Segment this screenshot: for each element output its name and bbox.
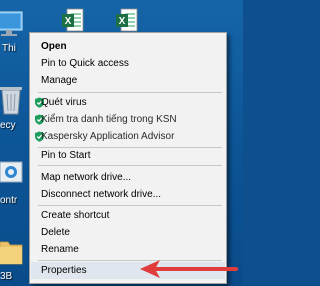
menu-item-label: Kiểm tra danh tiếng trong KSN [41, 114, 177, 125]
menu-item-kaspersky-advisor[interactable]: Kaspersky Application Advisor [31, 128, 225, 145]
menu-item-pin-to-start[interactable]: Pin to Start [31, 147, 225, 164]
this-pc-icon[interactable] [0, 10, 26, 40]
menu-item-open[interactable]: Open [31, 38, 225, 55]
menu-item-scan-virus[interactable]: Quét virus [31, 94, 225, 111]
menu-item-pin-quick-access[interactable]: Pin to Quick access [31, 55, 225, 72]
menu-item-label: Quét virus [41, 97, 87, 108]
excel-file-icon[interactable]: X [116, 8, 138, 34]
recycle-bin-icon[interactable] [0, 84, 24, 116]
recycle-bin-label: ecy [0, 120, 16, 131]
menu-item-create-shortcut[interactable]: Create shortcut [31, 207, 225, 224]
menu-item-label: Kaspersky Application Advisor [41, 131, 175, 142]
menu-item-label: Pin to Start [41, 150, 91, 161]
control-panel-label: ontr [0, 195, 18, 206]
excel-file-icon[interactable]: X [62, 8, 84, 34]
svg-text:X: X [65, 16, 72, 27]
menu-item-label: Rename [41, 244, 79, 255]
folder-label: 3B [0, 271, 13, 282]
menu-item-label: Map network drive... [41, 172, 132, 183]
menu-item-disconnect-network-drive[interactable]: Disconnect network drive... [31, 186, 225, 203]
menu-item-label: Disconnect network drive... [41, 189, 162, 200]
menu-item-label: Manage [41, 75, 78, 86]
menu-item-delete[interactable]: Delete [31, 224, 225, 241]
menu-separator [38, 92, 222, 93]
menu-item-label: Create shortcut [41, 210, 110, 221]
this-pc-label: Thi [2, 43, 16, 54]
menu-item-label: Open [41, 41, 67, 52]
menu-item-label: Delete [41, 227, 70, 238]
menu-item-rename[interactable]: Rename [31, 241, 225, 258]
menu-item-manage[interactable]: Manage [31, 72, 225, 89]
folder-icon[interactable] [0, 236, 24, 266]
menu-item-ksn-reputation[interactable]: Kiểm tra danh tiếng trong KSN [31, 111, 225, 128]
menu-item-label: Properties [41, 265, 87, 276]
context-menu: Open Pin to Quick access Manage Quét vir… [29, 32, 227, 284]
menu-separator [38, 165, 222, 166]
menu-separator [38, 205, 222, 206]
annotation-arrow-icon [140, 260, 238, 278]
menu-item-map-network-drive[interactable]: Map network drive... [31, 169, 225, 186]
menu-item-label: Pin to Quick access [41, 58, 129, 69]
svg-text:X: X [119, 16, 126, 27]
control-panel-icon[interactable] [0, 160, 24, 190]
